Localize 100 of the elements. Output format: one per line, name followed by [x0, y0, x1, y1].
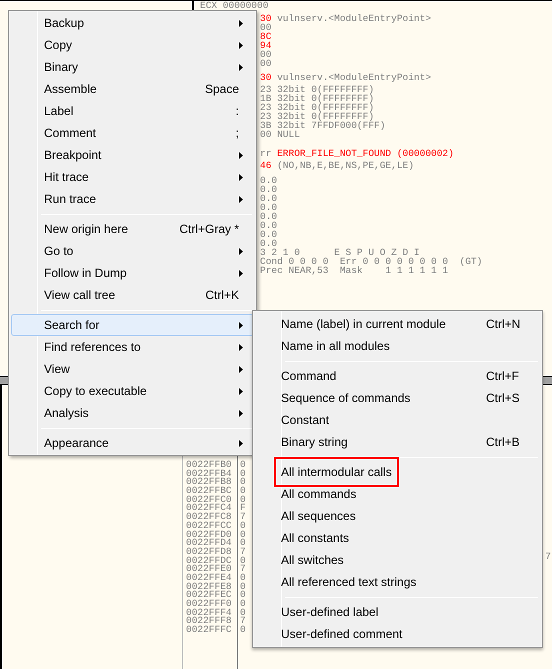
menu-item[interactable]: Analysis [11, 402, 254, 424]
stack-address: 0022FFF4 [186, 608, 233, 618]
stack-address: 0022FFB8 [186, 478, 233, 488]
stack-value: 0 [240, 582, 247, 592]
register-text: 94 [260, 40, 272, 51]
menu-item[interactable]: Hit trace [11, 166, 254, 188]
register-text: 0.0 [260, 184, 278, 195]
stack-value: 0 [240, 522, 247, 530]
stack-address: 0022FFE8 [186, 582, 233, 592]
register-text: 3 2 1 0 E S P U O Z D I [260, 247, 420, 258]
stack-value: 0 [240, 608, 247, 618]
menu-item[interactable]: All switches [255, 549, 540, 571]
stack-address: 0022FFB0 [186, 461, 233, 470]
stack-value: 0 [240, 626, 247, 635]
stack-value: 7 [240, 513, 247, 522]
menu-item[interactable]: Appearance [11, 432, 254, 454]
stack-address: 0022FFD4 [186, 539, 233, 548]
stack-address: 0022FFF8 [186, 617, 233, 626]
stack-address: 0022FFEC [186, 591, 233, 600]
stack-address: 0022FFFC [186, 626, 233, 635]
stack-value: 7 [240, 548, 247, 557]
stack-address: 0022FFC0 [186, 496, 233, 504]
register-text: (NO,NB,E,BE,NS,PE,GE,LE) [276, 160, 414, 171]
menu-item[interactable]: Search for [11, 314, 254, 336]
stack-value: 0 [240, 461, 247, 470]
register-line: ECX 00000000 [199, 1, 270, 10]
register-text: 0.0 [260, 202, 278, 213]
register-text: 0.0 [260, 193, 278, 204]
menu-item[interactable]: All constants [255, 527, 540, 549]
stack-value: 0 [240, 556, 247, 566]
menu-item[interactable]: Binary [11, 56, 254, 78]
menu-item[interactable]: Name in all modules [255, 335, 540, 357]
stack-address: 0022FFF0 [186, 600, 233, 609]
register-text: vulnserv.<ModuleEntryPoint> [276, 13, 432, 24]
menu-item[interactable]: New origin here Ctrl+Gray * [11, 218, 254, 240]
menu-item[interactable]: Sequence of commands Ctrl+S [255, 387, 540, 409]
stack-value: 0 [240, 530, 247, 540]
register-text: 46 [260, 160, 272, 171]
register-text: 23 32bit 0(FFFFFFFF) [260, 111, 374, 122]
register-text: Prec NEAR,53 Mask 1 1 1 1 1 1 [260, 265, 448, 276]
register-text: 0.0 [260, 175, 278, 186]
menu-item[interactable]: Name (label) in current module Ctrl+N [255, 313, 540, 335]
stack-address: 0022FFCC [186, 522, 233, 530]
menu-item[interactable]: Copy to executable [11, 380, 254, 402]
menu-item[interactable]: Copy [11, 34, 254, 56]
register-text: 1B 32bit 0(FFFFFFFF) [260, 93, 374, 104]
menu-item[interactable]: All sequences [255, 505, 540, 527]
stack-value: 7 [240, 565, 247, 574]
register-text: 00 [260, 58, 272, 69]
menu-item[interactable]: Run trace [11, 188, 254, 210]
menu-item[interactable]: Backup [11, 12, 254, 34]
register-text: 0.0 [260, 211, 278, 222]
stack-text: 7 [545, 552, 551, 562]
menu-item[interactable]: Constant [255, 409, 540, 431]
menu-item[interactable]: Find references to [11, 336, 254, 358]
stack-address: 0022FFE0 [186, 565, 233, 574]
register-text: 30 [260, 13, 272, 24]
register-text: rr [260, 148, 272, 159]
stack-value: 0 [240, 600, 247, 609]
menu-item[interactable]: Comment ; [11, 122, 254, 144]
stack-value: 0 [240, 496, 247, 504]
stack-address: 0022FFC4 [186, 504, 233, 514]
register-text: 23 32bit 0(FFFFFFFF) [260, 102, 374, 113]
register-text: 00 [260, 49, 272, 60]
menu-item[interactable]: Go to [11, 240, 254, 262]
stack-address: 0022FFD8 [186, 548, 233, 557]
menu-item[interactable]: User-defined label [255, 601, 540, 623]
menu-item[interactable]: User-defined comment [255, 623, 540, 645]
register-text: 0.0 [260, 229, 278, 240]
menu-item[interactable]: Follow in Dump [11, 262, 254, 284]
menu-item[interactable]: View call tree Ctrl+K [11, 284, 254, 306]
stack-address: 0022FFE4 [186, 574, 233, 583]
register-text: 3B 32bit 7FFDF000(FFF) [260, 120, 386, 131]
menu-item[interactable]: Breakpoint [11, 144, 254, 166]
register-text: Cond 0 0 0 0 Err 0 0 0 0 0 0 0 0 (GT) [260, 256, 482, 267]
stack-address: 0022FFDC [186, 556, 233, 566]
stack-value: F [240, 504, 247, 514]
register-text: 8C [260, 31, 272, 42]
menu-item[interactable]: Binary string Ctrl+B [255, 431, 540, 453]
menu-item[interactable]: Assemble Space [11, 78, 254, 100]
register-text: 0.0 [260, 238, 278, 249]
menu-item[interactable]: Command Ctrl+F [255, 365, 540, 387]
register-text: 00 NULL [260, 129, 300, 140]
highlight-box: All intermodular calls [274, 457, 399, 487]
stack-address: 0022FFBC [186, 487, 233, 496]
stack-value: 0 [240, 478, 247, 488]
register-text: ERROR_FILE_NOT_FOUND (00000002) [276, 148, 454, 159]
menu-item[interactable]: All referenced text strings [255, 571, 540, 593]
register-text: 23 32bit 0(FFFFFFFF) [260, 84, 374, 95]
menu-item[interactable]: View [11, 358, 254, 380]
stack-address: 0022FFD0 [186, 530, 233, 540]
stack-address: 0022FFB4 [186, 470, 233, 478]
register-text: 0.0 [260, 220, 278, 231]
stack-value: 0 [240, 487, 247, 496]
register-text: 00 [260, 22, 272, 33]
stack-value: 0 [240, 591, 247, 600]
menu-item[interactable]: Label : [11, 100, 254, 122]
stack-value: 0 [240, 539, 247, 548]
register-text: vulnserv.<ModuleEntryPoint> [276, 72, 432, 83]
stack-value: 0 [240, 574, 247, 583]
